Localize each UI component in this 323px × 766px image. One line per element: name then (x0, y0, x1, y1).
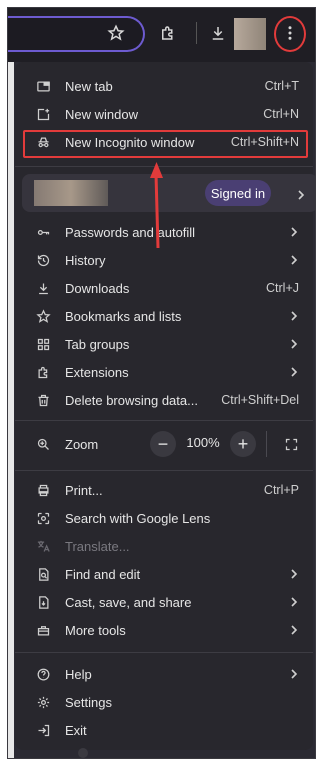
shortcut-label: Ctrl+T (264, 79, 299, 93)
profile-row[interactable]: Signed in (22, 174, 315, 212)
key-icon (21, 225, 65, 240)
zoom-in-button[interactable]: + (230, 431, 256, 457)
star-icon (21, 308, 65, 324)
chevron-right-icon (283, 669, 299, 679)
page-dot (78, 748, 88, 758)
browser-window: New tab Ctrl+T New window Ctrl+N New Inc… (8, 8, 315, 758)
zoom-label: Zoom (65, 436, 99, 452)
menu-item-label: New window (65, 106, 138, 122)
translate-icon (21, 539, 65, 554)
print-icon (21, 483, 65, 498)
menu-item-label: Tab groups (65, 336, 130, 352)
extensions-puzzle-icon[interactable] (157, 22, 179, 44)
find-icon (21, 567, 65, 582)
avatar[interactable] (234, 18, 266, 50)
chevron-right-icon (283, 227, 299, 237)
chevron-right-icon (296, 187, 306, 205)
chevron-right-icon (283, 255, 299, 265)
menu-item-label: More tools (65, 622, 126, 638)
menu-separator (15, 420, 313, 421)
menu-item-label: Translate... (65, 538, 130, 554)
menu-item-label: New tab (65, 78, 113, 94)
browser-toolbar (8, 8, 315, 62)
history-icon (21, 253, 65, 268)
menu-item-new-tab[interactable]: New tab Ctrl+T (15, 72, 313, 100)
trash-icon (21, 393, 65, 408)
menu-separator (15, 652, 313, 653)
chevron-right-icon (283, 339, 299, 349)
menu-item-label: Find and edit (65, 566, 141, 582)
menu-item-label: Help (65, 666, 92, 682)
zoom-icon (21, 437, 65, 452)
menu-item-label: Settings (65, 694, 112, 710)
shortcut-label: Ctrl+P (263, 483, 299, 497)
fullscreen-icon[interactable] (279, 432, 303, 456)
settings-icon (21, 695, 65, 710)
menu-button-annotation (274, 16, 306, 52)
menu-separator (15, 470, 313, 471)
new-window-icon (21, 107, 65, 122)
toolbox-icon (21, 623, 65, 638)
menu-item-help[interactable]: Help (15, 660, 313, 688)
chevron-right-icon (283, 625, 299, 635)
menu-item-cast-save-and-share[interactable]: Cast, save, and share (15, 588, 313, 616)
menu-item-label: Passwords and autofill (65, 224, 196, 240)
menu-item-delete-browsing-data[interactable]: Delete browsing data... Ctrl+Shift+Del (15, 386, 313, 414)
menu-item-label: Print... (65, 482, 103, 498)
chevron-right-icon (283, 311, 299, 321)
menu-item-downloads[interactable]: Downloads Ctrl+J (15, 274, 313, 302)
page-edge (8, 62, 14, 758)
menu-item-new-window[interactable]: New window Ctrl+N (15, 100, 313, 128)
menu-item-history[interactable]: History (15, 246, 313, 274)
signed-in-badge: Signed in (205, 180, 271, 206)
zoom-divider (266, 431, 267, 457)
toolbar-divider (196, 22, 197, 44)
lens-icon (21, 511, 65, 526)
download-icon[interactable] (207, 22, 229, 44)
profile-avatar (34, 180, 108, 206)
download-icon (21, 281, 65, 296)
tab-groups-icon (21, 337, 65, 352)
menu-item-bookmarks-and-lists[interactable]: Bookmarks and lists (15, 302, 313, 330)
menu-item-find-and-edit[interactable]: Find and edit (15, 560, 313, 588)
new-tab-icon (21, 79, 65, 94)
shortcut-label: Ctrl+J (266, 281, 299, 295)
menu-item-extensions[interactable]: Extensions (15, 358, 313, 386)
menu-item-label: History (65, 252, 106, 268)
chevron-right-icon (283, 597, 299, 607)
menu-item-translate: Translate... (15, 532, 313, 560)
zoom-row: Zoom − 100% + (15, 427, 313, 461)
menu-item-settings[interactable]: Settings (15, 688, 313, 716)
zoom-out-button[interactable]: − (150, 431, 176, 457)
menu-item-label: Bookmarks and lists (65, 308, 182, 324)
extensions-icon (21, 365, 65, 380)
help-icon (21, 667, 65, 682)
menu-item-label: Downloads (65, 280, 130, 296)
menu-item-label: Exit (65, 722, 87, 738)
menu-item-label: Extensions (65, 364, 129, 380)
chevron-right-icon (283, 569, 299, 579)
menu-item-tab-groups[interactable]: Tab groups (15, 330, 313, 358)
menu-item-label: Cast, save, and share (65, 594, 192, 610)
incognito-annotation-box (23, 130, 308, 158)
menu-item-label: Delete browsing data... (65, 392, 198, 408)
menu-item-print[interactable]: Print... Ctrl+P (15, 476, 313, 504)
menu-item-more-tools[interactable]: More tools (15, 616, 313, 644)
menu-item-exit[interactable]: Exit (15, 716, 313, 744)
zoom-level-value: 100% (186, 435, 220, 450)
menu-item-search-with-google-lens[interactable]: Search with Google Lens (15, 504, 313, 532)
annotation-arrow (150, 162, 163, 249)
menu-item-label: Search with Google Lens (65, 510, 211, 526)
exit-icon (21, 723, 65, 738)
bookmark-star-icon[interactable] (105, 22, 127, 44)
chevron-right-icon (283, 367, 299, 377)
shortcut-label: Ctrl+Shift+Del (221, 393, 299, 407)
cast-save-icon (21, 595, 65, 610)
shortcut-label: Ctrl+N (263, 107, 299, 121)
